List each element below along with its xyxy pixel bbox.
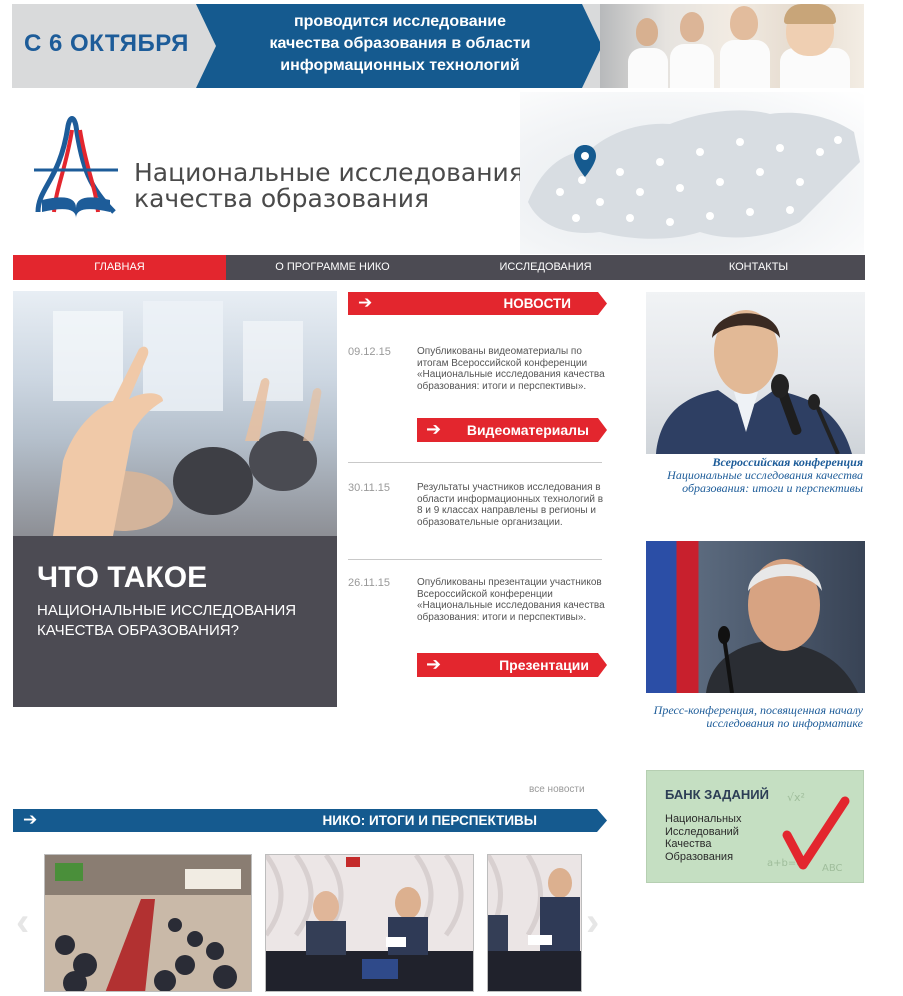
task-bank-title: БАНК ЗАДАНИЙ xyxy=(665,787,769,802)
all-news-link[interactable]: все новости xyxy=(529,784,585,795)
svg-text:ABC: ABC xyxy=(822,863,843,874)
news-date: 30.11.15 xyxy=(348,482,391,494)
brand-name-line-2: качества образования xyxy=(134,184,430,213)
slider-next-arrow[interactable]: › xyxy=(586,902,599,942)
banner-line-1: проводится исследование xyxy=(293,13,507,30)
news-header-title: НОВОСТИ xyxy=(503,296,571,311)
promo-title: ЧТО ТАКОЕ xyxy=(37,561,208,594)
news-text[interactable]: Результаты участников исследования в обл… xyxy=(417,482,605,528)
logo-icon[interactable] xyxy=(28,108,124,222)
promo-what-is[interactable]: ЧТО ТАКОЕ НАЦИОНАЛЬНЫЕ ИССЛЕДОВАНИЯ КАЧЕ… xyxy=(13,291,337,707)
brand-name-line-1: Национальные исследования xyxy=(134,158,524,187)
news-text[interactable]: Опубликованы презентации участников Всер… xyxy=(417,577,605,623)
task-bank-description: Национальных Исследований Качества Образ… xyxy=(665,813,742,863)
brand-name[interactable]: Национальные исследования качества образ… xyxy=(134,160,524,212)
map-pin-icon xyxy=(574,145,596,182)
conference-caption-title: Всероссийская конференция xyxy=(712,455,863,469)
conference-speaker-photo[interactable] xyxy=(646,292,865,454)
video-materials-button[interactable]: ➔ Видеоматериалы xyxy=(417,418,607,442)
presentations-label: Презентации xyxy=(499,657,589,673)
russia-map xyxy=(520,92,864,254)
banner-students-photo xyxy=(600,4,864,88)
arrow-right-icon: ➔ xyxy=(23,810,38,829)
banner-date: С 6 ОКТЯБРЯ xyxy=(24,30,189,57)
top-banner[interactable]: С 6 ОКТЯБРЯ проводится исследование каче… xyxy=(12,4,864,88)
arrow-right-icon: ➔ xyxy=(426,419,442,439)
nav-item-research[interactable]: ИССЛЕДОВАНИЯ xyxy=(439,255,652,280)
gallery-thumbnail[interactable] xyxy=(265,854,474,992)
arrow-right-icon: ➔ xyxy=(358,293,373,312)
gallery-header-title: НИКО: ИТОГИ И ПЕРСПЕКТИВЫ xyxy=(322,813,537,828)
arrow-right-icon: ➔ xyxy=(426,654,442,674)
promo-raised-hands-photo xyxy=(13,291,337,536)
news-date: 26.11.15 xyxy=(348,577,391,589)
press-conference-photo[interactable] xyxy=(646,541,865,693)
nav-item-about[interactable]: О ПРОГРАММЕ НИКО xyxy=(226,255,439,280)
conference-caption[interactable]: Всероссийская конференция Национальные и… xyxy=(646,456,863,495)
slider-prev-arrow[interactable]: ‹ xyxy=(16,902,29,942)
nav-item-contacts[interactable]: КОНТАКТЫ xyxy=(652,255,865,280)
news-divider xyxy=(348,559,602,560)
promo-subtitle: НАЦИОНАЛЬНЫЕ ИССЛЕДОВАНИЯ КАЧЕСТВА ОБРАЗ… xyxy=(37,602,297,639)
conference-caption-text: Национальные исследования качества образ… xyxy=(667,468,863,495)
banner-line-3: информационных технологий xyxy=(280,57,520,74)
presentations-button[interactable]: ➔ Презентации xyxy=(417,653,607,677)
news-text[interactable]: Опубликованы видеоматериалы по итогам Вс… xyxy=(417,346,605,392)
gallery-header[interactable]: ➔ НИКО: ИТОГИ И ПЕРСПЕКТИВЫ xyxy=(13,809,607,832)
news-divider xyxy=(348,462,602,463)
task-bank-banner[interactable]: √x² a+b=c ABC БАНК ЗАДАНИЙ Национальных … xyxy=(646,770,864,883)
main-nav: ГЛАВНАЯ О ПРОГРАММЕ НИКО ИССЛЕДОВАНИЯ КО… xyxy=(13,255,865,280)
nav-item-home[interactable]: ГЛАВНАЯ xyxy=(13,255,226,280)
video-materials-label: Видеоматериалы xyxy=(466,422,589,438)
gallery-thumbnail[interactable] xyxy=(44,854,252,992)
banner-text: проводится исследование качества образов… xyxy=(250,11,550,77)
svg-text:√x²: √x² xyxy=(787,791,805,804)
banner-line-2: качества образования в области xyxy=(269,35,531,52)
news-date: 09.12.15 xyxy=(348,346,391,358)
press-conference-caption[interactable]: Пресс-конференция, посвященная началу ис… xyxy=(646,704,863,730)
gallery-thumbnail[interactable] xyxy=(487,854,582,992)
news-header[interactable]: ➔ НОВОСТИ xyxy=(348,292,607,315)
